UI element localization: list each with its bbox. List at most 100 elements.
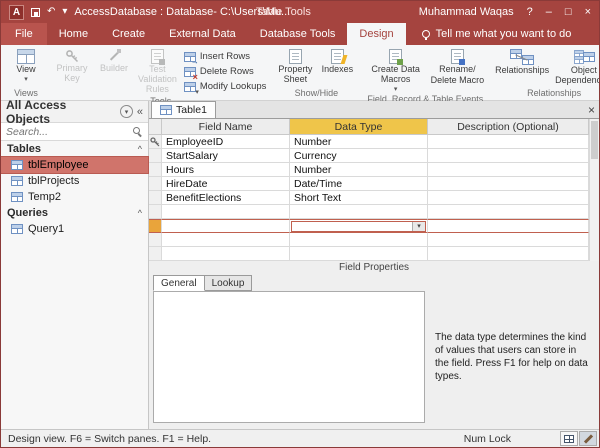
primary-key-button[interactable]: Primary Key <box>52 46 92 84</box>
datasheet-view-button[interactable] <box>560 431 578 446</box>
test-validation-rules-button[interactable]: Test Validation Rules <box>136 46 179 95</box>
object-dependencies-button[interactable]: Object Dependencies <box>553 46 600 86</box>
row-selector[interactable] <box>149 233 162 247</box>
sidebar-item-temp2[interactable]: Temp2 <box>1 189 148 205</box>
description-cell[interactable] <box>428 191 589 205</box>
field-name-cell[interactable]: HireDate <box>162 177 290 191</box>
create-data-macros-button[interactable]: Create Data Macros ▾ <box>365 46 427 93</box>
tab-create[interactable]: Create <box>100 23 157 45</box>
queries-section-label: Queries <box>7 207 48 219</box>
data-type-cell[interactable]: Date/Time <box>290 177 428 191</box>
property-sheet-label: Property Sheet <box>277 65 313 85</box>
undo-icon[interactable]: ↶ <box>47 7 55 17</box>
tab-design[interactable]: Design <box>347 23 405 45</box>
row-selector[interactable] <box>149 191 162 205</box>
description-cell[interactable] <box>428 247 589 261</box>
field-name-cell[interactable]: StartSalary <box>162 149 290 163</box>
doc-tab-label: Table1 <box>176 104 207 116</box>
field-name-cell[interactable] <box>162 247 290 261</box>
description-cell[interactable] <box>428 205 589 219</box>
field-name-cell[interactable]: EmployeeID <box>162 135 290 149</box>
indexes-button[interactable]: Indexes <box>317 46 357 75</box>
tables-section-label: Tables <box>7 143 41 155</box>
context-tab-group: Table Tools <box>256 1 311 23</box>
data-type-cell[interactable]: Number <box>290 163 428 177</box>
data-type-cell-active[interactable]: ▾ <box>290 219 428 233</box>
field-name-cell[interactable] <box>162 233 290 247</box>
minimize-button[interactable]: – <box>546 7 552 18</box>
shutter-bar-collapse-icon[interactable]: « <box>137 106 143 118</box>
view-button[interactable]: View ▾ <box>6 46 46 83</box>
description-cell[interactable] <box>428 149 589 163</box>
row-selector[interactable] <box>149 205 162 219</box>
data-type-cell[interactable]: Number <box>290 135 428 149</box>
doc-tab-table1[interactable]: Table1 <box>151 101 216 118</box>
access-window: A ↶ ▾ AccessDatabase : Database- C:\User… <box>0 0 600 448</box>
row-selector[interactable] <box>149 177 162 191</box>
row-selector[interactable] <box>149 149 162 163</box>
maximize-button[interactable]: □ <box>565 7 572 18</box>
description-cell[interactable] <box>428 233 589 247</box>
help-button[interactable]: ? <box>527 7 533 18</box>
data-type-cell[interactable]: Short Text <box>290 191 428 205</box>
data-type-cell[interactable]: Currency <box>290 149 428 163</box>
property-sheet-button[interactable]: Property Sheet <box>275 46 315 85</box>
create-data-macros-icon <box>389 49 402 64</box>
search-input[interactable] <box>6 126 128 138</box>
row-selector-primary-key[interactable] <box>149 135 162 149</box>
tab-file[interactable]: File <box>1 23 47 45</box>
row-selector[interactable] <box>149 163 162 177</box>
numlock-indicator: Num Lock <box>464 433 511 445</box>
tab-general[interactable]: General <box>153 275 205 291</box>
builder-button[interactable]: Builder <box>94 46 134 74</box>
nav-pane-header[interactable]: All Access Objects ▾ « <box>1 101 148 123</box>
tell-me-label: Tell me what you want to do <box>436 28 572 40</box>
insert-rows-label: Insert Rows <box>200 51 250 62</box>
nav-menu-dropdown-icon[interactable]: ▾ <box>120 105 133 118</box>
primary-key-icon <box>150 137 160 147</box>
description-cell[interactable] <box>428 163 589 177</box>
property-sheet-icon <box>289 49 302 64</box>
rename-delete-macro-button[interactable]: Rename/ Delete Macro <box>429 46 487 86</box>
relationships-button[interactable]: Relationships <box>493 46 551 76</box>
description-cell[interactable] <box>428 219 589 233</box>
data-type-cell[interactable] <box>290 233 428 247</box>
qat-dropdown-icon[interactable]: ▾ <box>62 7 67 17</box>
property-help-text: The data type determines the kind of val… <box>435 291 589 423</box>
sidebar-item-query1[interactable]: Query1 <box>1 221 148 237</box>
field-name-cell[interactable] <box>162 219 290 233</box>
header-selector-cell <box>149 119 162 135</box>
user-name[interactable]: Muhammad Waqas <box>419 6 514 18</box>
delete-rows-button[interactable]: Delete Rows <box>181 65 270 78</box>
field-name-cell[interactable]: Hours <box>162 163 290 177</box>
combo-dropdown-icon[interactable]: ▾ <box>412 222 425 231</box>
tab-database-tools[interactable]: Database Tools <box>248 23 348 45</box>
design-view-button[interactable] <box>579 431 597 446</box>
data-type-cell[interactable] <box>290 247 428 261</box>
field-name-cell[interactable]: BenefitElections <box>162 191 290 205</box>
tab-home[interactable]: Home <box>47 23 100 45</box>
vertical-scrollbar[interactable] <box>589 119 599 261</box>
sidebar-item-tblprojects[interactable]: tblProjects <box>1 173 148 189</box>
tab-lookup[interactable]: Lookup <box>204 275 253 291</box>
tell-me-box[interactable]: Tell me what you want to do <box>422 23 572 45</box>
nav-section-tables[interactable]: Tables ^ <box>1 141 148 157</box>
insert-rows-button[interactable]: Insert Rows <box>181 50 270 63</box>
nav-section-queries[interactable]: Queries ^ <box>1 205 148 221</box>
search-icon[interactable] <box>132 126 143 137</box>
tab-external-data[interactable]: External Data <box>157 23 248 45</box>
description-cell[interactable] <box>428 135 589 149</box>
data-type-combo[interactable]: ▾ <box>291 221 426 232</box>
data-type-cell[interactable] <box>290 205 428 219</box>
modify-lookups-button[interactable]: Modify Lookups <box>181 80 270 93</box>
close-button[interactable]: × <box>585 7 591 18</box>
query-icon <box>11 224 23 234</box>
row-selector[interactable] <box>149 247 162 261</box>
sidebar-item-tblemployee[interactable]: tblEmployee <box>1 157 148 173</box>
description-cell[interactable] <box>428 177 589 191</box>
current-row-selector[interactable] <box>149 219 162 233</box>
save-icon[interactable] <box>31 8 40 17</box>
scrollbar-thumb[interactable] <box>591 121 598 159</box>
field-name-cell[interactable] <box>162 205 290 219</box>
close-document-icon[interactable]: × <box>588 102 595 118</box>
